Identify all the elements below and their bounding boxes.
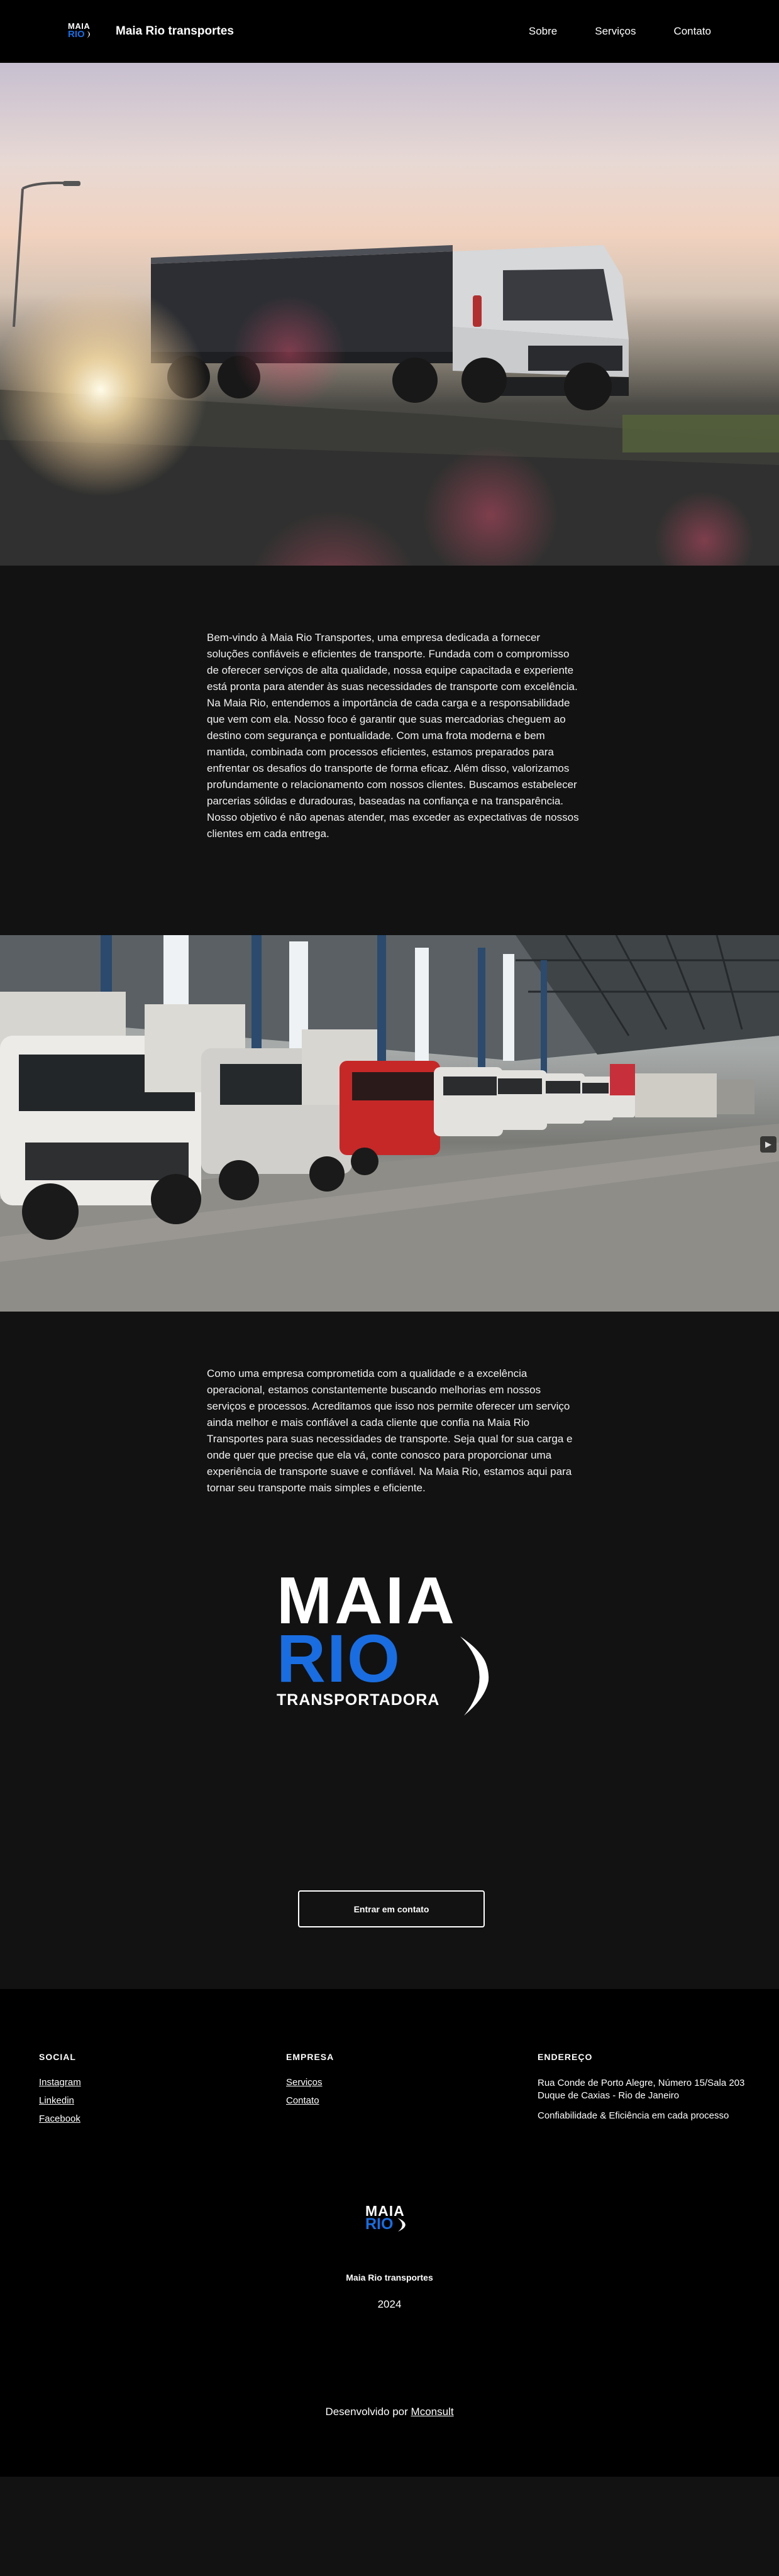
logo-swoosh-icon <box>397 2218 406 2232</box>
footer-link-instagram[interactable]: Instagram <box>39 2077 81 2088</box>
quality-section: Como uma empresa comprometida com a qual… <box>0 1312 779 1550</box>
footer-link-servicos[interactable]: Serviços <box>286 2077 334 2088</box>
about-paragraph-1: Bem-vindo à Maia Rio Transportes, uma em… <box>207 632 579 840</box>
footer-year: 2024 <box>377 2298 402 2310</box>
footer-endereco-title: ENDEREÇO <box>538 2052 593 2062</box>
footer-logo-bottom: RIO <box>365 2215 394 2233</box>
header-logo[interactable]: MAIA RIO <box>68 21 96 41</box>
logo-line-transportadora: TRANSPORTADORA <box>277 1691 440 1709</box>
brand-name[interactable]: Maia Rio transportes <box>116 25 234 38</box>
footer-dev-link[interactable]: Mconsult <box>411 2406 454 2418</box>
footer-link-facebook[interactable]: Facebook <box>39 2113 81 2124</box>
site-header: MAIA RIO Maia Rio transportes Sobre Serv… <box>0 0 779 63</box>
maia-rio-logo: MAIA RIO TRANSPORTADORA <box>277 1567 509 1716</box>
footer-link-contato[interactable]: Contato <box>286 2095 334 2106</box>
fleet-image: ▶ <box>0 935 779 1312</box>
footer-dev-prefix: Desenvolvido por <box>325 2406 408 2418</box>
footer-social: SOCIAL Instagram Linkedin Facebook <box>39 2052 81 2132</box>
footer-social-title: SOCIAL <box>39 2052 76 2062</box>
contact-cta-button[interactable]: Entrar em contato <box>298 1890 485 1927</box>
footer-empresa: EMPRESA Serviços Contato <box>286 2052 334 2113</box>
footer-empresa-title: EMPRESA <box>286 2052 334 2062</box>
header-logo-bottom: RIO <box>68 29 85 40</box>
fleet-warehouse-illustration <box>0 935 779 1312</box>
brand-logo-section: MAIA RIO TRANSPORTADORA <box>0 1550 779 1890</box>
cta-section: Entrar em contato <box>0 1890 779 1972</box>
section-spacer <box>0 1972 779 1989</box>
site-footer: SOCIAL Instagram Linkedin Facebook EMPRE… <box>0 1989 779 2477</box>
footer-address: Rua Conde de Porto Alegre, Número 15/Sal… <box>538 2078 745 2101</box>
nav-contato[interactable]: Contato <box>673 25 711 38</box>
main-nav: Sobre Serviços Contato <box>529 0 711 63</box>
footer-logo[interactable]: MAIA RIO <box>365 2203 422 2240</box>
footer-link-linkedin[interactable]: Linkedin <box>39 2095 81 2106</box>
logo-swoosh-icon <box>460 1636 495 1716</box>
logo-swoosh-icon <box>87 31 90 38</box>
about-section: Bem-vindo à Maia Rio Transportes, uma em… <box>0 566 779 935</box>
truck-sunset-illustration <box>0 181 779 566</box>
nav-servicos[interactable]: Serviços <box>595 25 636 38</box>
nav-sobre[interactable]: Sobre <box>529 25 557 38</box>
brand[interactable]: MAIA RIO Maia Rio transportes <box>68 21 234 41</box>
footer-endereco: ENDEREÇO Rua Conde de Porto Alegre, Núme… <box>538 2052 758 2130</box>
footer-brand-name: Maia Rio transportes <box>346 2272 433 2283</box>
about-paragraph-2: Como uma empresa comprometida com a qual… <box>207 1367 573 1494</box>
footer-developer-credit: Desenvolvido por Mconsult <box>0 2406 779 2418</box>
bottom-strip <box>0 2477 779 2487</box>
slider-next-button[interactable]: ▶ <box>760 1136 776 1153</box>
hero-truck-image <box>0 63 779 566</box>
logo-line-rio: RIO <box>277 1620 402 1696</box>
footer-tagline: Confiabilidade & Eficiência em cada proc… <box>538 2110 729 2121</box>
